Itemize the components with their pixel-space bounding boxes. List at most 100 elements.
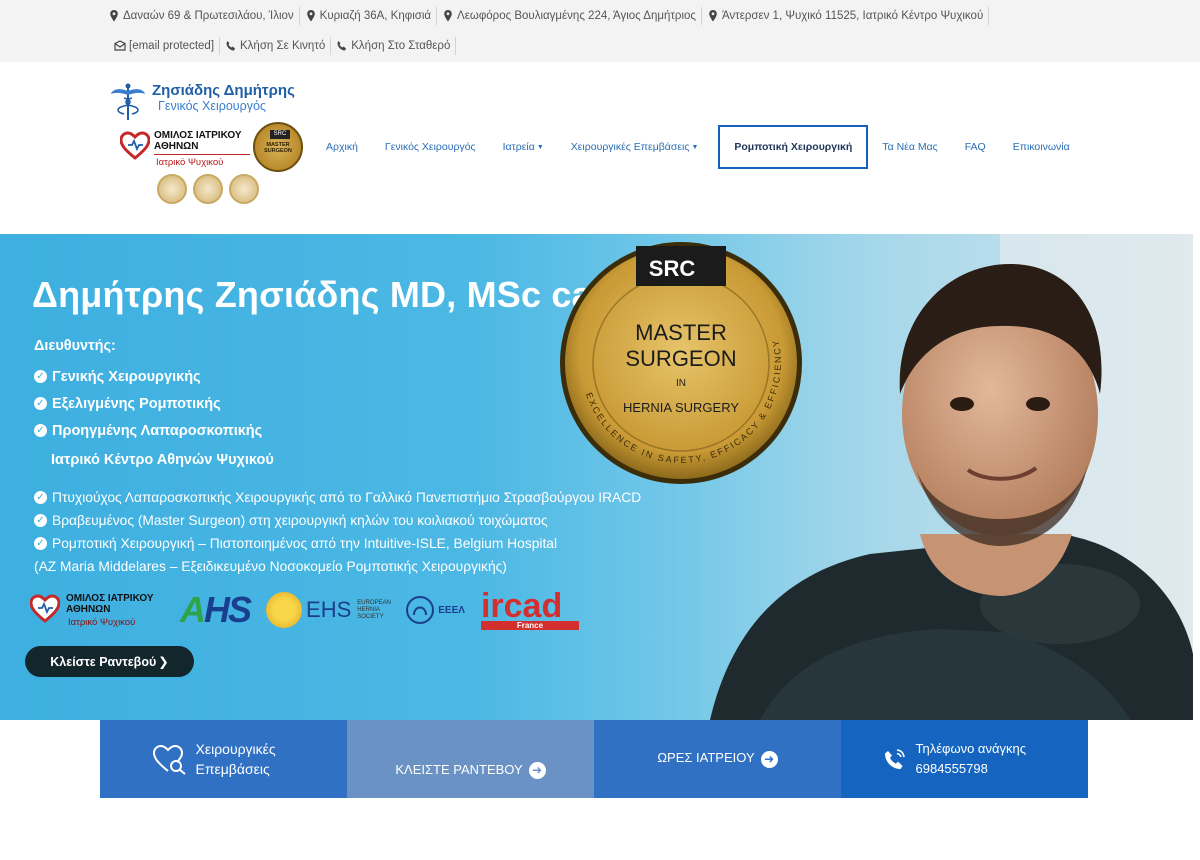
arrow-right-circle-icon: ➜ [528, 761, 546, 779]
check-circle-icon: ✓ [34, 370, 47, 383]
certification-badge [193, 174, 223, 204]
medal-line2: SURGEON [625, 346, 736, 371]
heart-logo-icon [30, 594, 60, 623]
doctor-name-heading: Δημήτρης Ζησιάδης MD, MSc ca [32, 274, 592, 315]
map-pin-icon [444, 10, 452, 22]
phone-icon [226, 41, 236, 51]
list-item: ✓ Εξελιγμένης Ρομποτικής [34, 390, 262, 417]
caret-down-icon: ▼ [691, 143, 699, 151]
feature-boxes: Χειρουργικές Επεμβάσεις ΚΛΕΙΣΤΕ ΡΑΝΤΕΒΟΥ… [100, 720, 1088, 798]
omilos-logo: ΟΜΙΛΟΣ ΙΑΤΡΙΚΟΥ ΑΘΗΝΩΝ Ιατρικό Ψυχικού [120, 128, 252, 168]
email-text: [email protected] [129, 40, 215, 52]
nav-surgeries[interactable]: Χειρουργικές Επεμβάσεις ▼ [571, 141, 699, 153]
check-circle-icon: ✓ [34, 537, 47, 550]
ircad-logo: ircad France [480, 589, 579, 630]
omilos-subtitle: Ιατρικό Ψυχικού [156, 157, 224, 168]
emergency-phone-box[interactable]: Τηλέφωνο ανάγκης 6984555798 [841, 720, 1088, 798]
certification-badges [157, 174, 265, 204]
list-item: ✓ Πτυχιούχος Λαπαροσκοπικής Χειρουργικής … [34, 486, 641, 509]
nav-robotic-surgery[interactable]: Ρομποτική Χειρουργική [718, 125, 869, 169]
medal-line4: HERNIA SURGERY [623, 400, 739, 415]
surgeries-box-label: Χειρουργικές Επεμβάσεις [195, 741, 276, 777]
nav-general-surgeon[interactable]: Γενικός Χειρουργός [385, 141, 476, 153]
book-appointment-button[interactable]: Κλείστε Ραντεβού ❯ [25, 646, 194, 677]
email-link[interactable]: [email protected] [114, 37, 221, 55]
medal-src: SRC [649, 256, 696, 281]
heart-logo-icon [120, 131, 150, 160]
map-pin-icon [306, 10, 315, 22]
book-box-label: ΚΛΕΙΣΤΕ ΡΑΝΤΕΒΟΥ [395, 762, 523, 777]
emergency-label: Τηλέφωνο ανάγκης [915, 741, 1026, 756]
nav-news[interactable]: Τα Νέα Μας [882, 141, 937, 153]
nav-home[interactable]: Αρχική [326, 141, 358, 153]
phone-icon [337, 41, 347, 51]
ehs-logo: EHS EUROPEAN HERNIA SOCIETY [266, 592, 391, 628]
list-item: ✓ Βραβευμένος (Master Surgeon) στη χειρου… [34, 509, 641, 532]
nav-contact[interactable]: Επικοινωνία [1013, 141, 1070, 153]
address-text: Άντερσεν 1, Ψυχικό 11525, Ιατρικό Κέντρο… [721, 10, 984, 22]
credentials-list: ✓ Πτυχιούχος Λαπαροσκοπικής Χειρουργικής … [34, 486, 641, 578]
certification-badge [229, 174, 259, 204]
check-circle-icon: ✓ [34, 514, 47, 527]
medical-center-name: Ιατρικό Κέντρο Αθηνών Ψυχικού [51, 452, 274, 468]
badge-src: SRC [270, 130, 290, 139]
eeel-logo: ΕΕΕΛ [405, 595, 465, 625]
book-appointment-box[interactable]: ΚΛΕΙΣΤΕ ΡΑΝΤΕΒΟΥ ➜ [347, 720, 594, 798]
contact-row: [email protected] Κλήση Σε Κινητό Κλήση … [114, 36, 457, 56]
arrow-right-circle-icon: ➜ [760, 750, 778, 768]
top-contact-bar: Δαναών 69 & Πρωτεσιλάου, Ίλιον Κυριαζή 3… [0, 0, 1200, 62]
director-list: ✓ Γενικής Χειρουργικής ✓ Εξελιγμένης Ρομπο… [34, 363, 262, 444]
ahs-logo: AHS [180, 589, 252, 630]
address-psychiko[interactable]: Άντερσεν 1, Ψυχικό 11525, Ιατρικό Κέντρο… [702, 7, 990, 25]
call-landline-text: Κλήση Στο Σταθερό [351, 40, 451, 52]
address-text: Δαναών 69 & Πρωτεσιλάου, Ίλιον [123, 10, 294, 22]
call-landline-link[interactable]: Κλήση Στο Σταθερό [331, 37, 457, 55]
omilos-partner-title: ΟΜΙΛΟΣ ΙΑΤΡΙΚΟΥ ΑΘΗΝΩΝ [66, 593, 154, 615]
logo-subtitle: Γενικός Χειρουργός [158, 99, 266, 113]
main-nav: Αρχική Γενικός Χειρουργός Ιατρεία ▼ Χειρο… [326, 124, 1097, 170]
check-circle-icon: ✓ [34, 424, 47, 437]
logo-name: Ζησιάδης Δημήτρης [152, 82, 295, 99]
badge-text: MASTER SURGEON [264, 142, 292, 154]
hours-box-label: ΩΡΕΣ ΙΑΤΡΕΙΟΥ [657, 750, 755, 765]
address-agios-dimitrios[interactable]: Λεωφόρος Βουλιαγμένης 224, Άγιος Δημήτρι… [437, 7, 702, 25]
list-item: ✓ Προηγμένης Λαπαροσκοπικής [34, 417, 262, 444]
nav-faq[interactable]: FAQ [965, 141, 986, 153]
map-pin-icon [110, 10, 118, 22]
medal-line1: MASTER [635, 320, 727, 345]
emergency-phone-number[interactable]: 6984555798 [916, 761, 988, 776]
check-circle-icon: ✓ [34, 491, 47, 504]
ehs-sun-icon [266, 592, 303, 628]
list-item: ✓ Γενικής Χειρουργικής [34, 363, 262, 390]
eeel-emblem-icon [406, 596, 435, 624]
office-hours-box[interactable]: ΩΡΕΣ ΙΑΤΡΕΙΟΥ ➜ [594, 720, 841, 798]
list-item: ✓ Ρομποτική Χειρουργική – Πιστοποιημένος … [34, 532, 641, 555]
list-item: (AZ Maria Middelares – Εξειδικευμένο Νοσ… [34, 559, 507, 574]
address-text: Λεωφόρος Βουλιαγμένης 224, Άγιος Δημήτρι… [457, 10, 696, 22]
omilos-title: ΟΜΙΛΟΣ ΙΑΤΡΙΚΟΥ ΑΘΗΝΩΝ [154, 130, 242, 152]
omilos-partner-sub: Ιατρικό Ψυχικού [68, 617, 136, 628]
heart-search-icon [152, 744, 186, 775]
caduceus-icon [111, 83, 145, 120]
hero-banner: Δημήτρης Ζησιάδης MD, MSc ca Διευθυντής:… [0, 234, 1193, 720]
partner-logos: ΟΜΙΛΟΣ ΙΑΤΡΙΚΟΥ ΑΘΗΝΩΝ Ιατρικό Ψυχικού A… [30, 589, 595, 630]
master-surgeon-badge: SRC MASTER SURGEON [253, 122, 303, 172]
director-label: Διευθυντής: [34, 338, 116, 354]
caret-down-icon: ▼ [536, 143, 544, 151]
omilos-partner-logo: ΟΜΙΛΟΣ ΙΑΤΡΙΚΟΥ ΑΘΗΝΩΝ Ιατρικό Ψυχικού [30, 591, 164, 629]
site-header: Ζησιάδης Δημήτρης Γενικός Χειρουργός ΟΜΙ… [0, 62, 1200, 234]
site-logo[interactable]: Ζησιάδης Δημήτρης Γενικός Χειρουργός [110, 82, 295, 122]
check-circle-icon: ✓ [34, 397, 47, 410]
nav-clinics[interactable]: Ιατρεία ▼ [503, 141, 544, 153]
address-ilion[interactable]: Δαναών 69 & Πρωτεσιλάου, Ίλιον [108, 7, 300, 25]
call-mobile-link[interactable]: Κλήση Σε Κινητό [220, 37, 332, 55]
map-pin-icon [709, 10, 717, 22]
envelope-icon [114, 40, 126, 51]
certification-badge [157, 174, 187, 204]
surgeries-box[interactable]: Χειρουργικές Επεμβάσεις [100, 720, 347, 798]
address-kifisia[interactable]: Κυριαζή 36Α, Κηφισιά [300, 7, 438, 25]
phone-ring-icon [884, 749, 905, 769]
medal-line3: IN [676, 378, 686, 389]
master-surgeon-medal: EXCELLENCE IN SAFETY, EFFICACY & EFFICIE… [560, 242, 802, 484]
call-mobile-text: Κλήση Σε Κινητό [240, 40, 326, 52]
